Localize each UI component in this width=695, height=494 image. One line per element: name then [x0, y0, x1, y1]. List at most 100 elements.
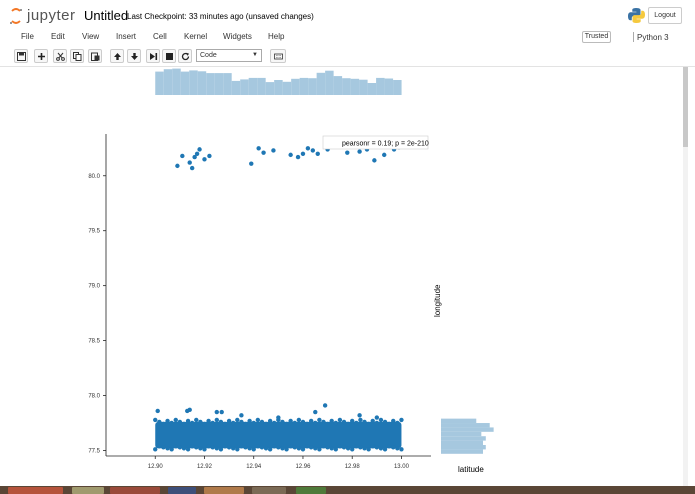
taskbar-item[interactable] [168, 487, 196, 494]
cluster-edge-point [337, 444, 343, 449]
cluster-edge-point [358, 445, 363, 450]
latitude-histogram-bar [342, 78, 351, 95]
cluster-edge-point [165, 446, 170, 451]
cluster-edge-point [337, 417, 343, 423]
cluster-edge-point [284, 421, 289, 427]
checkpoint-status: Last Checkpoint: 33 minutes ago (unsaved… [127, 12, 314, 21]
cluster-edge-point [378, 417, 384, 423]
cluster-edge-point [276, 445, 281, 450]
cluster-edge-point [304, 444, 310, 449]
taskbar-item[interactable] [204, 487, 244, 494]
scatter-point [189, 165, 195, 171]
longitude-histogram-bar [441, 427, 494, 432]
run-button[interactable] [146, 49, 160, 63]
cluster-edge-point [239, 444, 244, 449]
cluster-edge-point [362, 446, 367, 451]
cluster-edge-point [267, 418, 273, 424]
cluster-edge-point [304, 421, 310, 427]
scrollbar-thumb[interactable] [683, 67, 688, 147]
latitude-histogram-bar [350, 78, 360, 95]
taskbar-item[interactable] [110, 487, 160, 494]
menu-insert[interactable]: Insert [116, 32, 136, 41]
cluster-edge-point [333, 447, 338, 452]
scatter-points [153, 143, 404, 452]
cluster-edge-point [259, 419, 265, 425]
menu-help[interactable]: Help [268, 32, 284, 41]
jointplot-output: 12.90 12.92 12.94 12.96 12.98 13.00 77.5 78.0 78… [88, 68, 494, 474]
cluster-edge-point [370, 444, 375, 449]
notebook-header: jupyter Untitled Last Checkpoint: 33 min… [0, 0, 695, 30]
cluster-edge-point [329, 418, 334, 424]
scatter-point [155, 408, 160, 414]
cell-type-value: Code [200, 52, 217, 59]
scatter-axes [105, 134, 431, 457]
cut-icon [56, 52, 65, 61]
latitude-histogram-bar [274, 80, 283, 95]
longitude-histogram-bar [441, 423, 490, 428]
cluster-edge-point [378, 446, 384, 451]
y-tick-label: 79.5 [88, 229, 100, 235]
latitude-histogram-bar [325, 70, 334, 95]
scatter-point [357, 149, 362, 154]
save-button[interactable] [14, 49, 28, 63]
cluster-edge-point [231, 446, 236, 451]
cluster-edge-point [243, 445, 248, 450]
taskbar-item[interactable] [72, 487, 104, 494]
menu-cell[interactable]: Cell [153, 32, 167, 41]
cluster-edge-point [210, 445, 215, 450]
kernel-name[interactable]: Python 3 [637, 33, 669, 42]
cluster-edge-point [194, 417, 199, 423]
cluster-edge-point [341, 419, 347, 425]
taskbar-item[interactable] [8, 487, 63, 494]
cluster-edge-point [284, 447, 289, 452]
scatter-point [207, 153, 212, 159]
cluster-edge-point [161, 421, 166, 427]
insert-cell-button[interactable] [34, 49, 48, 63]
latitude-histogram-bar [393, 80, 402, 95]
cell-type-select[interactable]: Code ▼ [196, 49, 262, 62]
menu-widgets[interactable]: Widgets [223, 32, 252, 41]
restart-button[interactable] [178, 49, 192, 63]
latitude-histogram [155, 68, 402, 95]
trusted-indicator[interactable]: Trusted [582, 31, 611, 43]
interrupt-button[interactable] [162, 49, 176, 63]
logout-button[interactable]: Logout [648, 7, 682, 24]
latitude-histogram-bar [291, 78, 300, 95]
latitude-histogram-bar [248, 77, 258, 95]
scatter-point [322, 403, 328, 408]
move-down-button[interactable] [127, 49, 141, 63]
paste-button[interactable] [88, 49, 102, 63]
cluster-edge-point [222, 444, 228, 449]
notebook-title[interactable]: Untitled [84, 8, 128, 23]
step-forward-icon [150, 53, 158, 60]
menu-view[interactable]: View [82, 32, 99, 41]
cluster-edge-point [169, 447, 174, 452]
latitude-histogram-bar [367, 83, 377, 95]
cluster-edge-point [169, 420, 174, 426]
cluster-edge-point [374, 445, 380, 450]
cluster-edge-point [153, 417, 158, 423]
cut-button[interactable] [53, 49, 67, 63]
scatter-point [202, 157, 207, 162]
cluster-edge-point [239, 419, 244, 425]
x-tick-label: 13.00 [394, 464, 410, 470]
taskbar-item[interactable] [252, 487, 286, 494]
cluster-edge-point [202, 421, 207, 427]
x-tick-label: 12.98 [345, 464, 361, 470]
cluster-edge-point [395, 420, 400, 426]
jupyter-logo[interactable]: jupyter [10, 6, 90, 26]
cluster-edge-point [362, 419, 367, 425]
cluster-edge-point [321, 444, 326, 449]
menu-edit[interactable]: Edit [51, 32, 65, 41]
copy-button[interactable] [70, 49, 84, 63]
taskbar-item[interactable] [296, 487, 326, 494]
cluster-edge-point [185, 447, 191, 452]
save-icon [17, 52, 26, 61]
menu-file[interactable]: File [21, 32, 34, 41]
command-palette-button[interactable] [270, 49, 286, 63]
move-up-button[interactable] [110, 49, 124, 63]
y-tick-label: 79.0 [88, 284, 100, 290]
latitude-histogram-bar [240, 79, 249, 95]
scatter-point [249, 161, 254, 166]
menu-kernel[interactable]: Kernel [184, 32, 207, 41]
